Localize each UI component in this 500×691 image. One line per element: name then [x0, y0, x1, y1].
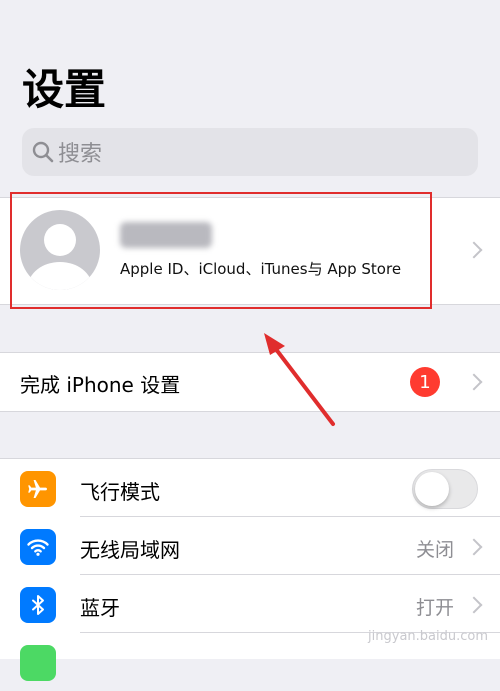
finish-iphone-setup-row[interactable]: 完成 iPhone 设置 1	[0, 352, 500, 412]
annotation-highlight-box	[10, 192, 432, 309]
wifi-status: 关闭	[415, 539, 454, 561]
airplane-mode-row: 飞行模式	[0, 459, 500, 517]
notification-badge: 1	[410, 367, 440, 397]
search-bar[interactable]: 搜索	[22, 128, 478, 176]
toggle-knob	[415, 472, 449, 506]
airplane-mode-label: 飞行模式	[80, 480, 160, 504]
watermark-logo: jingyan.baidu.com	[368, 629, 488, 644]
airplane-icon	[20, 471, 56, 507]
chevron-right-icon	[465, 538, 483, 556]
setup-label: 完成 iPhone 设置	[20, 373, 181, 397]
chevron-right-icon	[465, 596, 483, 614]
page-title: 设置	[22, 65, 107, 114]
airplane-mode-toggle[interactable]	[412, 469, 478, 509]
search-placeholder: 搜索	[58, 142, 103, 167]
wifi-row[interactable]: 无线局域网 关闭	[0, 517, 500, 575]
search-icon	[32, 141, 54, 163]
chevron-right-icon	[465, 241, 483, 259]
bluetooth-row[interactable]: 蓝牙 打开	[0, 575, 500, 633]
cellular-icon	[20, 645, 56, 681]
chevron-right-icon	[465, 373, 483, 391]
bluetooth-label: 蓝牙	[80, 596, 120, 620]
wifi-label: 无线局域网	[80, 538, 180, 562]
wifi-icon	[20, 529, 56, 565]
bluetooth-status: 打开	[415, 597, 454, 619]
bluetooth-icon	[20, 587, 56, 623]
